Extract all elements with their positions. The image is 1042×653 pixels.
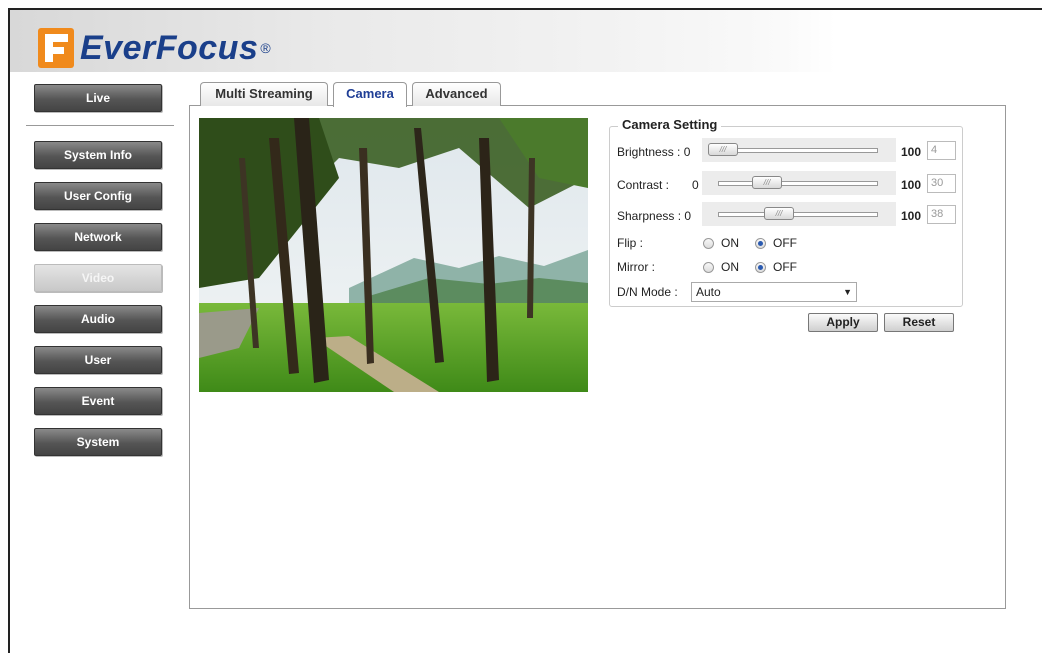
contrast-thumb[interactable]: ///: [752, 176, 782, 189]
sharpness-track: [718, 212, 878, 217]
nav-audio-button[interactable]: Audio: [34, 305, 162, 333]
brightness-value-field[interactable]: 4: [927, 141, 956, 160]
contrast-value-field[interactable]: 30: [927, 174, 956, 193]
flip-on-label: ON: [721, 236, 739, 250]
nav-video-button[interactable]: Video: [34, 264, 162, 292]
tab-advanced[interactable]: Advanced: [412, 82, 501, 106]
tab-camera[interactable]: Camera: [333, 82, 407, 107]
flip-on-radio[interactable]: [703, 238, 714, 249]
nav-network-button[interactable]: Network: [34, 223, 162, 251]
nav-system-info-button[interactable]: System Info: [34, 141, 162, 169]
brightness-label: Brightness : 0: [617, 145, 691, 159]
sharpness-max: 100: [901, 209, 922, 223]
sharpness-value-field[interactable]: 38: [927, 205, 956, 224]
nav-live-button[interactable]: Live: [34, 84, 162, 112]
brightness-thumb[interactable]: ///: [708, 143, 738, 156]
reset-button[interactable]: Reset: [884, 313, 954, 332]
contrast-track: [718, 181, 878, 186]
chevron-down-icon: ▼: [843, 287, 852, 297]
header-banner: EverFocus ®: [10, 10, 1042, 72]
tab-multi-streaming[interactable]: Multi Streaming: [200, 82, 328, 106]
sharpness-thumb[interactable]: ///: [764, 207, 794, 220]
flip-off-radio[interactable]: [755, 238, 766, 249]
mirror-on-radio[interactable]: [703, 262, 714, 273]
sharpness-slider[interactable]: ///: [702, 202, 896, 226]
apply-button[interactable]: Apply: [808, 313, 878, 332]
dn-mode-select[interactable]: Auto ▼: [691, 282, 857, 302]
brightness-max: 100: [901, 145, 922, 159]
nav-system-button[interactable]: System: [34, 428, 162, 456]
mirror-on-label: ON: [721, 260, 739, 274]
contrast-label: Contrast :: [617, 178, 670, 192]
flip-label: Flip :: [617, 236, 644, 250]
camera-preview-image: [199, 118, 588, 392]
nav-user-config-button[interactable]: User Config: [34, 182, 162, 210]
everfocus-logo: EverFocus ®: [38, 28, 271, 68]
flip-off-label: OFF: [773, 236, 797, 250]
nav-event-button[interactable]: Event: [34, 387, 162, 415]
logo-text: EverFocus: [80, 28, 259, 67]
dn-mode-label: D/N Mode :: [617, 285, 678, 299]
camera-setting-legend: Camera Setting: [618, 117, 722, 132]
mirror-off-radio[interactable]: [755, 262, 766, 273]
contrast-max: 100: [901, 178, 922, 192]
nav-divider: [26, 125, 174, 126]
contrast-min: 0: [692, 178, 699, 192]
contrast-slider[interactable]: ///: [702, 171, 896, 195]
mirror-off-label: OFF: [773, 260, 797, 274]
mirror-label: Mirror :: [617, 260, 655, 274]
sharpness-label: Sharpness : 0: [617, 209, 692, 223]
dn-mode-value: Auto: [696, 285, 721, 299]
logo-icon: [38, 28, 74, 68]
brightness-slider[interactable]: ///: [702, 138, 896, 162]
registered-mark: ®: [260, 40, 271, 56]
nav-user-button[interactable]: User: [34, 346, 162, 374]
